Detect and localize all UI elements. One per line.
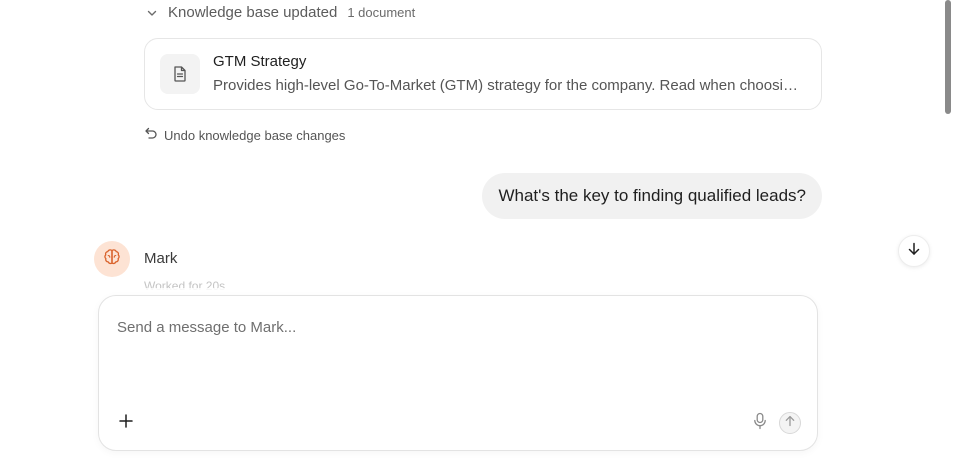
scroll-down-button[interactable] [898, 235, 930, 267]
undo-label: Undo knowledge base changes [164, 128, 346, 143]
message-composer[interactable] [98, 295, 818, 451]
arrow-down-icon [907, 242, 921, 261]
microphone-button[interactable] [749, 412, 771, 434]
undo-icon [144, 126, 158, 145]
document-icon [160, 54, 200, 94]
plus-icon [119, 413, 133, 433]
document-count: 1 document [347, 5, 416, 20]
brain-icon [102, 247, 122, 272]
document-card[interactable]: GTM Strategy Provides high-level Go-To-M… [144, 38, 822, 110]
agent-avatar [94, 241, 130, 277]
knowledge-base-title: Knowledge base updated [168, 4, 338, 21]
message-input[interactable] [117, 316, 797, 338]
document-title: GTM Strategy [213, 53, 307, 70]
user-message-bubble: What's the key to finding qualified lead… [482, 173, 822, 219]
agent-name: Mark [144, 250, 178, 267]
send-button[interactable] [779, 412, 801, 434]
add-attachment-button[interactable] [115, 412, 137, 434]
undo-knowledge-base-button[interactable]: Undo knowledge base changes [144, 126, 345, 145]
document-text: GTM Strategy Provides high-level Go-To-M… [213, 52, 821, 96]
document-description: Provides high-level Go-To-Market (GTM) s… [213, 77, 805, 94]
arrow-up-icon [784, 414, 796, 432]
chat-page: Knowledge base updated 1 document GTM St… [0, 0, 960, 464]
scrollbar-thumb[interactable] [945, 0, 951, 114]
microphone-icon [752, 412, 768, 435]
knowledge-base-header[interactable]: Knowledge base updated 1 document [144, 4, 415, 21]
chevron-down-icon[interactable] [144, 5, 160, 21]
